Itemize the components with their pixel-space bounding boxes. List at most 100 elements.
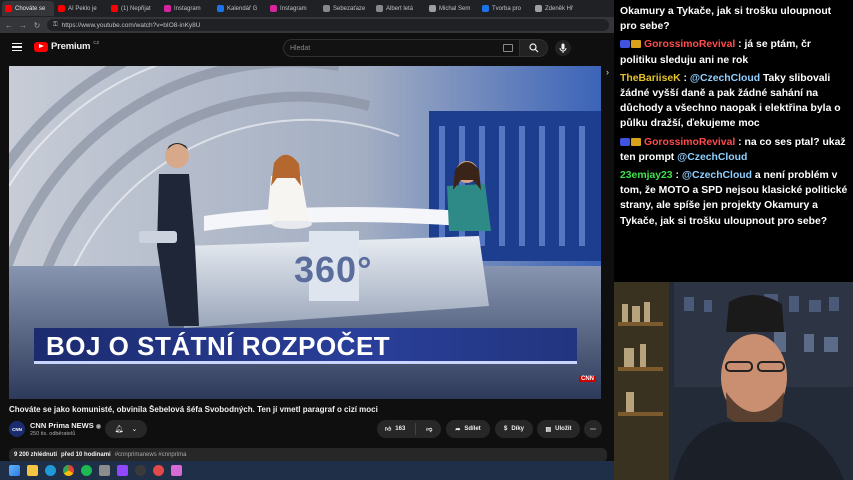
tab-label: Michal Sem [439,5,471,12]
channel-name-text: CNN Prima NEWS [30,421,94,430]
browser-tab[interactable]: Zdeněk Hř [532,1,584,16]
forward-icon[interactable]: → [19,21,27,30]
app-icon-3[interactable] [171,465,182,476]
obs-icon[interactable] [135,465,146,476]
thumbs-up-icon: 👍︎ [385,427,392,433]
chat-username[interactable]: GorossimoRevival [644,137,735,148]
like-button[interactable]: 👍︎ 163 [385,425,405,433]
video-title: Chováte se jako komunisté, obvinila Šebe… [9,405,378,414]
tab-label: Instagram [174,5,201,12]
chat-message: Okamury a Tykače, jak si trošku uloupnou… [620,4,849,34]
subscription-bell-button[interactable]: 🔔︎ ⌄ [105,420,147,438]
tab-favicon-icon [58,5,65,12]
browser-tab[interactable]: Sebezaťaze [320,1,372,16]
browser-tab[interactable]: (1) Nepřijat [108,1,160,16]
stream-chat-overlay: Okamury a Tykače, jak si trošku uloupnou… [614,0,853,282]
logo-text: Premium [51,41,91,52]
lock-icon: ⚿ [53,21,58,28]
browser-tab[interactable]: AI Peklo je [55,1,107,16]
thumbs-down-icon: 👎︎ [426,427,433,433]
browser-tab[interactable]: Albert letá [373,1,425,16]
twitch-icon[interactable] [117,465,128,476]
chat-mention: @CzechCloud [689,72,761,84]
channel-name[interactable]: CNN Prima NEWS ◉ [30,421,101,430]
share-label: Sdílet [464,426,481,432]
subscriber-count: 250 tis. odběratelů [30,431,76,437]
app-icon-2[interactable] [153,465,164,476]
search-button[interactable] [520,39,548,57]
chat-username[interactable]: 23emjay23 [620,170,673,181]
chat-message: 23emjay23 : @CzechCloud a není problém v… [620,170,848,227]
thanks-label: Díky [511,426,525,432]
divider [415,423,417,435]
app-icon[interactable] [99,465,110,476]
back-icon[interactable]: ← [5,21,13,30]
microphone-icon[interactable] [555,40,571,56]
bell-icon: 🔔︎ [114,426,124,433]
chat-username[interactable]: GorossimoRevival [644,39,735,50]
reload-icon[interactable]: ↻ [33,21,41,30]
more-actions-button[interactable]: ⋯ [584,420,602,438]
tab-label: (1) Nepřijat [121,5,151,12]
menu-icon[interactable] [12,43,22,51]
youtube-logo[interactable]: Premium CZ [34,40,99,52]
dislike-button[interactable]: 👎︎ [426,425,432,433]
tab-favicon-icon [482,5,489,12]
browser-tab[interactable]: Tvorba pro [479,1,531,16]
view-count: 9 200 zhlédnutí [14,452,58,458]
posted-time: před 10 hodinami [61,452,111,458]
tab-favicon-icon [111,5,118,12]
tab-favicon-icon [429,5,436,12]
browser-tab[interactable]: Instagram [267,1,319,16]
chevron-down-icon: ⌄ [131,426,138,433]
url-text: https://www.youtube.com/watch?v=bIO8-inK… [61,21,201,29]
chat-username[interactable]: TheBariiseK [620,73,681,84]
chrome-icon[interactable] [63,465,74,476]
thanks-icon: $ [503,426,508,432]
crown-badge-icon [631,40,641,49]
description-box[interactable]: 9 200 zhlédnutí před 10 hodinami #cnnpri… [9,448,607,462]
tab-favicon-icon [5,5,12,12]
youtube-header: Premium CZ Hledat [0,33,614,63]
tab-label: Albert letá [386,5,414,12]
url-field[interactable]: ⚿ https://www.youtube.com/watch?v=bIO8-i… [47,19,609,31]
chat-message: TheBariiseK : @CzechCloud Taky slibovali… [620,72,841,130]
chat-badge-icon [620,137,630,146]
share-icon: ➦ [455,426,461,433]
windows-start-icon[interactable] [9,465,20,476]
search-placeholder: Hledat [290,44,311,52]
keyboard-icon[interactable] [503,44,513,52]
tab-favicon-icon [323,5,330,12]
video-player[interactable]: 360° BOJ O STÁTNÍ ROZPOČET CNN [9,66,601,399]
search-input[interactable]: Hledat [283,39,520,57]
browser-tab[interactable]: Michal Sem [426,1,478,16]
more-icon: ⋯ [590,426,596,433]
channel-info[interactable]: CNN CNN Prima NEWS ◉ 250 tis. odběratelů [9,421,101,437]
browser-tab[interactable]: Instagram [161,1,213,16]
webcam-image [614,282,853,480]
chat-mention: @CzechCloud [677,151,748,163]
tab-favicon-icon [164,5,171,12]
edge-icon[interactable] [45,465,56,476]
save-button[interactable]: ▤ Uložit [537,420,580,438]
channel-avatar[interactable]: CNN [9,421,25,437]
channel-bug: CNN [579,376,596,382]
spotify-icon[interactable] [81,465,92,476]
tab-favicon-icon [217,5,224,12]
browser-tab-strip: Chováte se AI Peklo je (1) Nepřijat Instagr… [0,0,614,17]
save-icon: ▤ [545,426,552,433]
side-panel-arrow-icon[interactable]: › [606,67,614,77]
tab-label: Instagram [280,5,307,12]
share-button[interactable]: ➦ Sdílet [446,420,490,438]
browser-tab[interactable]: Kalendář G [214,1,266,16]
thanks-button[interactable]: $ Díky [495,420,533,438]
lower-third-banner: BOJ O STÁTNÍ ROZPOČET [34,328,577,364]
save-label: Uložit [555,426,572,432]
file-explorer-icon[interactable] [27,465,38,476]
browser-tab[interactable]: Chováte se [2,1,54,16]
like-dislike-group: 👍︎ 163 👎︎ [377,420,441,438]
tab-favicon-icon [535,5,542,12]
studio-logo: 360° [294,249,373,290]
address-bar-row: ← → ↻ ⚿ https://www.youtube.com/watch?v=… [0,17,614,33]
hashtags[interactable]: #cnnprimanews #cnnprima [115,452,187,458]
